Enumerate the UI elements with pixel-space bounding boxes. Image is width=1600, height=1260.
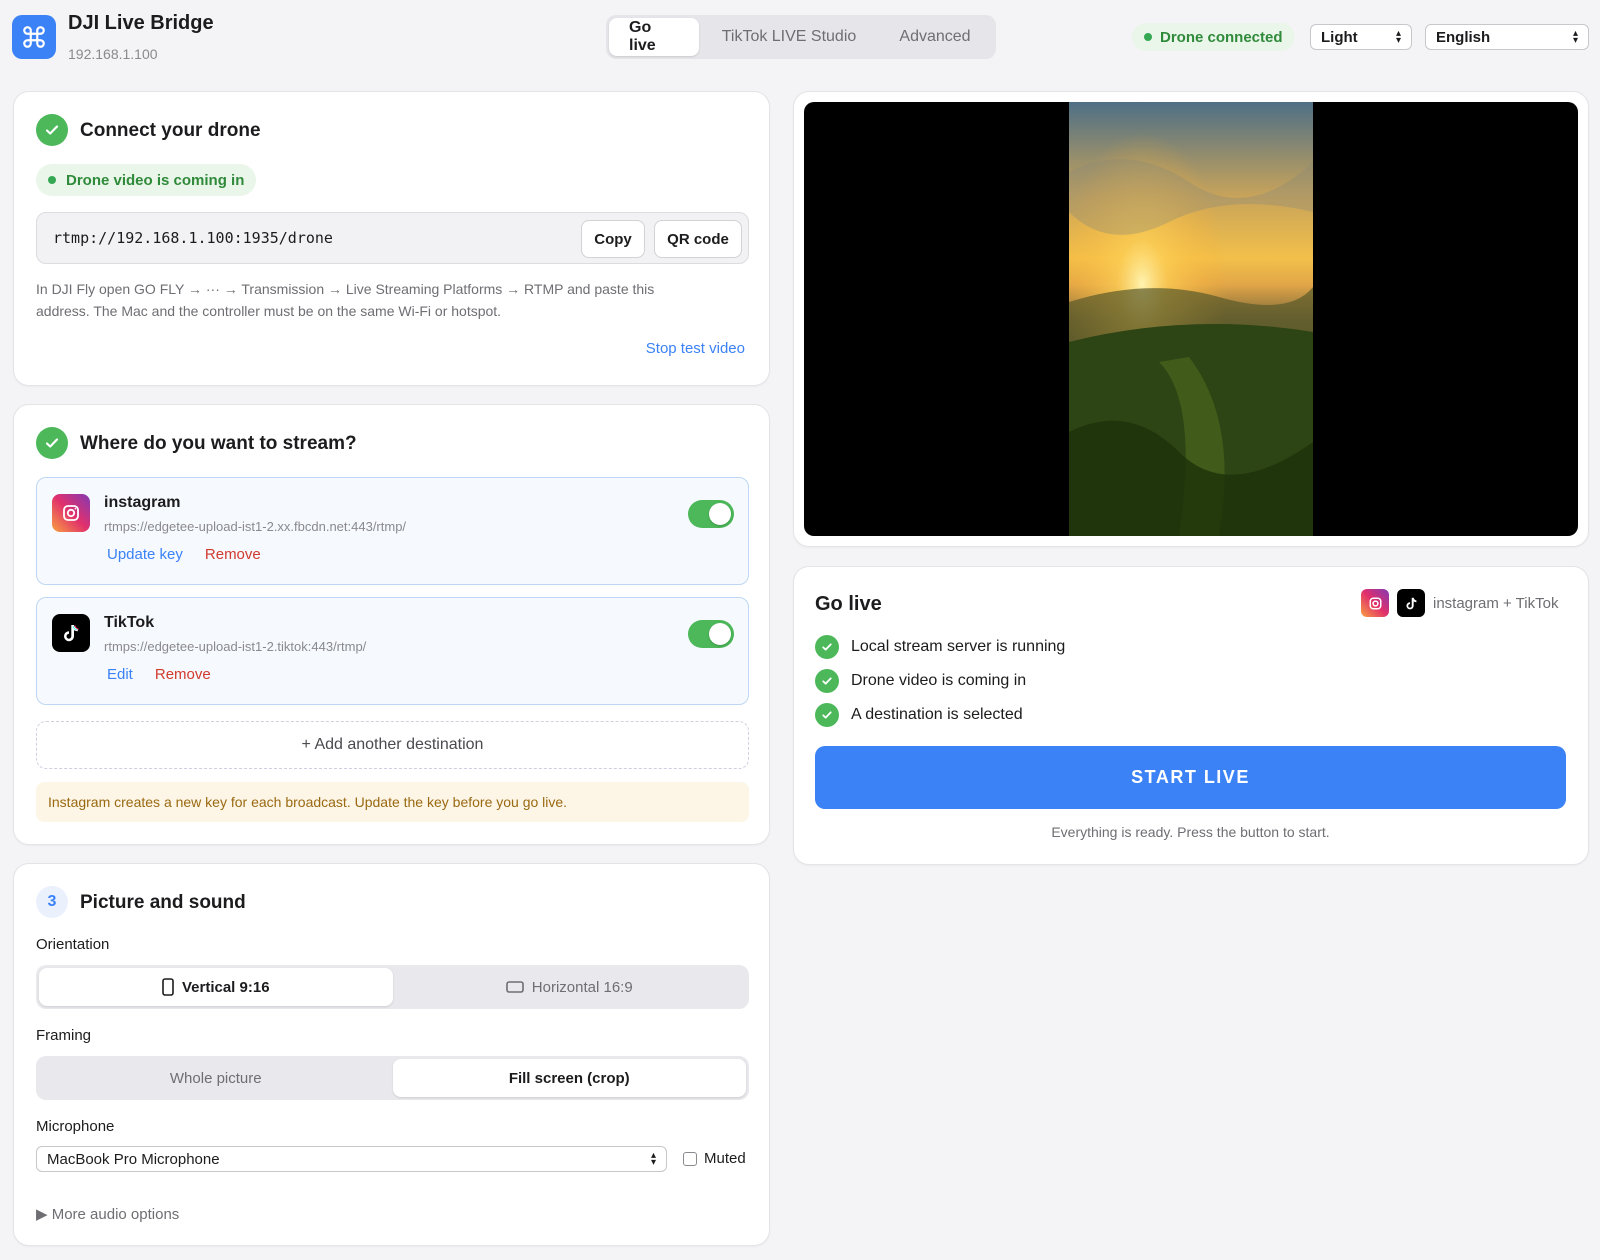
remove-destination-link[interactable]: Remove [155, 666, 211, 683]
status-dot-icon [1144, 33, 1152, 41]
app-ip-address: 192.168.1.100 [68, 46, 158, 62]
destination-actions: Update key Remove [107, 546, 261, 563]
video-status-text: Drone video is coming in [66, 171, 245, 189]
select-arrows-icon: ▴ ▾ [1572, 28, 1578, 46]
instagram-logo-icon [1361, 589, 1389, 617]
language-select[interactable]: English ▴ ▾ [1425, 24, 1589, 50]
framing-segmented-control: Whole picture Fill screen (crop) [36, 1056, 749, 1100]
picture-sound-card: 3 Picture and sound Orientation Vertical… [13, 863, 770, 1246]
readiness-check-label: Local stream server is running [851, 638, 1066, 655]
tiktok-logo-icon [52, 614, 90, 652]
stop-test-video-link[interactable]: Stop test video [646, 340, 745, 357]
select-arrows-icon: ▴ ▾ [650, 1150, 656, 1168]
readiness-check-label: A destination is selected [851, 706, 1023, 723]
drone-status-badge: Drone connected [1132, 23, 1295, 51]
orientation-label: Orientation [36, 936, 110, 953]
framing-whole-picture-option[interactable]: Whole picture [39, 1059, 393, 1097]
connect-instructions: In DJI Fly open GO FLY → ··· → Transmiss… [36, 278, 736, 322]
framing-label: Framing [36, 1027, 92, 1044]
selected-destinations-text: instagram + TikTok [1433, 595, 1559, 612]
readiness-check-item: A destination is selected [815, 703, 1023, 727]
readiness-check-item: Drone video is coming in [815, 669, 1026, 693]
orientation-option-label: Horizontal 16:9 [531, 978, 633, 996]
destination-url: rtmps://edgetee-upload-ist1-2.xx.fbcdn.n… [104, 519, 407, 534]
more-audio-options-toggle[interactable]: ▶ More audio options [36, 1205, 179, 1223]
connect-drone-card: Connect your drone Drone video is coming… [13, 91, 770, 386]
drone-video-frame [1069, 102, 1313, 536]
drone-status-text: Drone connected [1160, 28, 1283, 46]
destination-name: TikTok [104, 614, 155, 631]
check-icon [815, 669, 839, 693]
readiness-check-label: Drone video is coming in [851, 672, 1027, 689]
go-live-title: Go live [815, 593, 882, 615]
destination-enabled-toggle[interactable] [688, 620, 734, 648]
video-preview [804, 102, 1578, 536]
destination-item-instagram: instagram rtmps://edgetee-upload-ist1-2.… [36, 477, 749, 585]
tab-go-live[interactable]: Go live [609, 18, 699, 56]
status-dot-icon [48, 176, 56, 184]
destination-name: instagram [104, 494, 181, 511]
microphone-select[interactable]: MacBook Pro Microphone ▴ ▾ [36, 1146, 667, 1172]
instruction-line: In DJI Fly open GO FLY → ··· → Transmiss… [36, 281, 655, 297]
add-destination-button[interactable]: + Add another destination [36, 721, 749, 769]
tab-tiktok-live-studio[interactable]: TikTok LIVE Studio [699, 18, 879, 56]
start-live-button[interactable]: START LIVE [815, 746, 1566, 809]
instruction-line: address. The Mac and the controller must… [36, 303, 502, 319]
remove-destination-link[interactable]: Remove [205, 546, 261, 563]
orientation-segmented-control: Vertical 9:16 Horizontal 16:9 [36, 965, 749, 1009]
destination-url: rtmps://edgetee-upload-ist1-2.tiktok:443… [104, 639, 367, 654]
ready-status-text: Everything is ready. Press the button to… [1051, 824, 1330, 840]
muted-checkbox[interactable] [683, 1152, 697, 1166]
orientation-horizontal-option[interactable]: Horizontal 16:9 [393, 968, 747, 1006]
framing-fill-screen-option[interactable]: Fill screen (crop) [392, 1059, 746, 1097]
step-complete-check-icon [36, 427, 68, 459]
language-select-value: English [1436, 28, 1491, 46]
readiness-check-item: Local stream server is running [815, 635, 1065, 659]
edit-destination-link[interactable]: Edit [107, 666, 133, 683]
qr-code-button[interactable]: QR code [654, 220, 742, 258]
tab-advanced[interactable]: Advanced [879, 18, 991, 56]
microphone-label: Microphone [36, 1118, 115, 1135]
instagram-key-warning: Instagram creates a new key for each bro… [36, 782, 749, 822]
instagram-logo-icon [52, 494, 90, 532]
step-number-badge: 3 [36, 886, 68, 918]
picture-sound-title: Picture and sound [80, 892, 246, 913]
muted-label: Muted [704, 1150, 746, 1167]
destination-item-tiktok: TikTok rtmps://edgetee-upload-ist1-2.tik… [36, 597, 749, 705]
copy-button[interactable]: Copy [581, 220, 645, 258]
check-icon [815, 703, 839, 727]
check-icon [815, 635, 839, 659]
orientation-vertical-option[interactable]: Vertical 9:16 [39, 968, 393, 1006]
destination-actions: Edit Remove [107, 666, 211, 683]
tiktok-logo-icon [1397, 589, 1425, 617]
rtmp-url-field[interactable]: rtmp://192.168.1.100:1935/drone Copy QR … [36, 212, 749, 264]
app-icon [12, 15, 56, 59]
select-arrows-icon: ▴ ▾ [1395, 28, 1401, 46]
theme-select-value: Light [1321, 28, 1358, 46]
microphone-select-value: MacBook Pro Microphone [47, 1150, 220, 1168]
app-title: DJI Live Bridge [68, 12, 214, 34]
phone-horizontal-icon [505, 981, 524, 993]
destinations-title: Where do you want to stream? [80, 433, 357, 454]
rtmp-url-value: rtmp://192.168.1.100:1935/drone [53, 229, 333, 247]
main-tabs: Go live TikTok LIVE Studio Advanced [606, 15, 996, 59]
phone-vertical-icon [162, 978, 174, 996]
destination-enabled-toggle[interactable] [688, 500, 734, 528]
video-status-badge: Drone video is coming in [36, 164, 257, 196]
step-complete-check-icon [36, 114, 68, 146]
update-key-link[interactable]: Update key [107, 546, 183, 563]
go-live-card: Go live instagram + TikTok Local stream … [793, 566, 1589, 865]
theme-select[interactable]: Light ▴ ▾ [1310, 24, 1412, 50]
connect-drone-title: Connect your drone [80, 120, 261, 141]
orientation-option-label: Vertical 9:16 [181, 978, 270, 996]
destinations-card: Where do you want to stream? instagram r… [13, 404, 770, 845]
